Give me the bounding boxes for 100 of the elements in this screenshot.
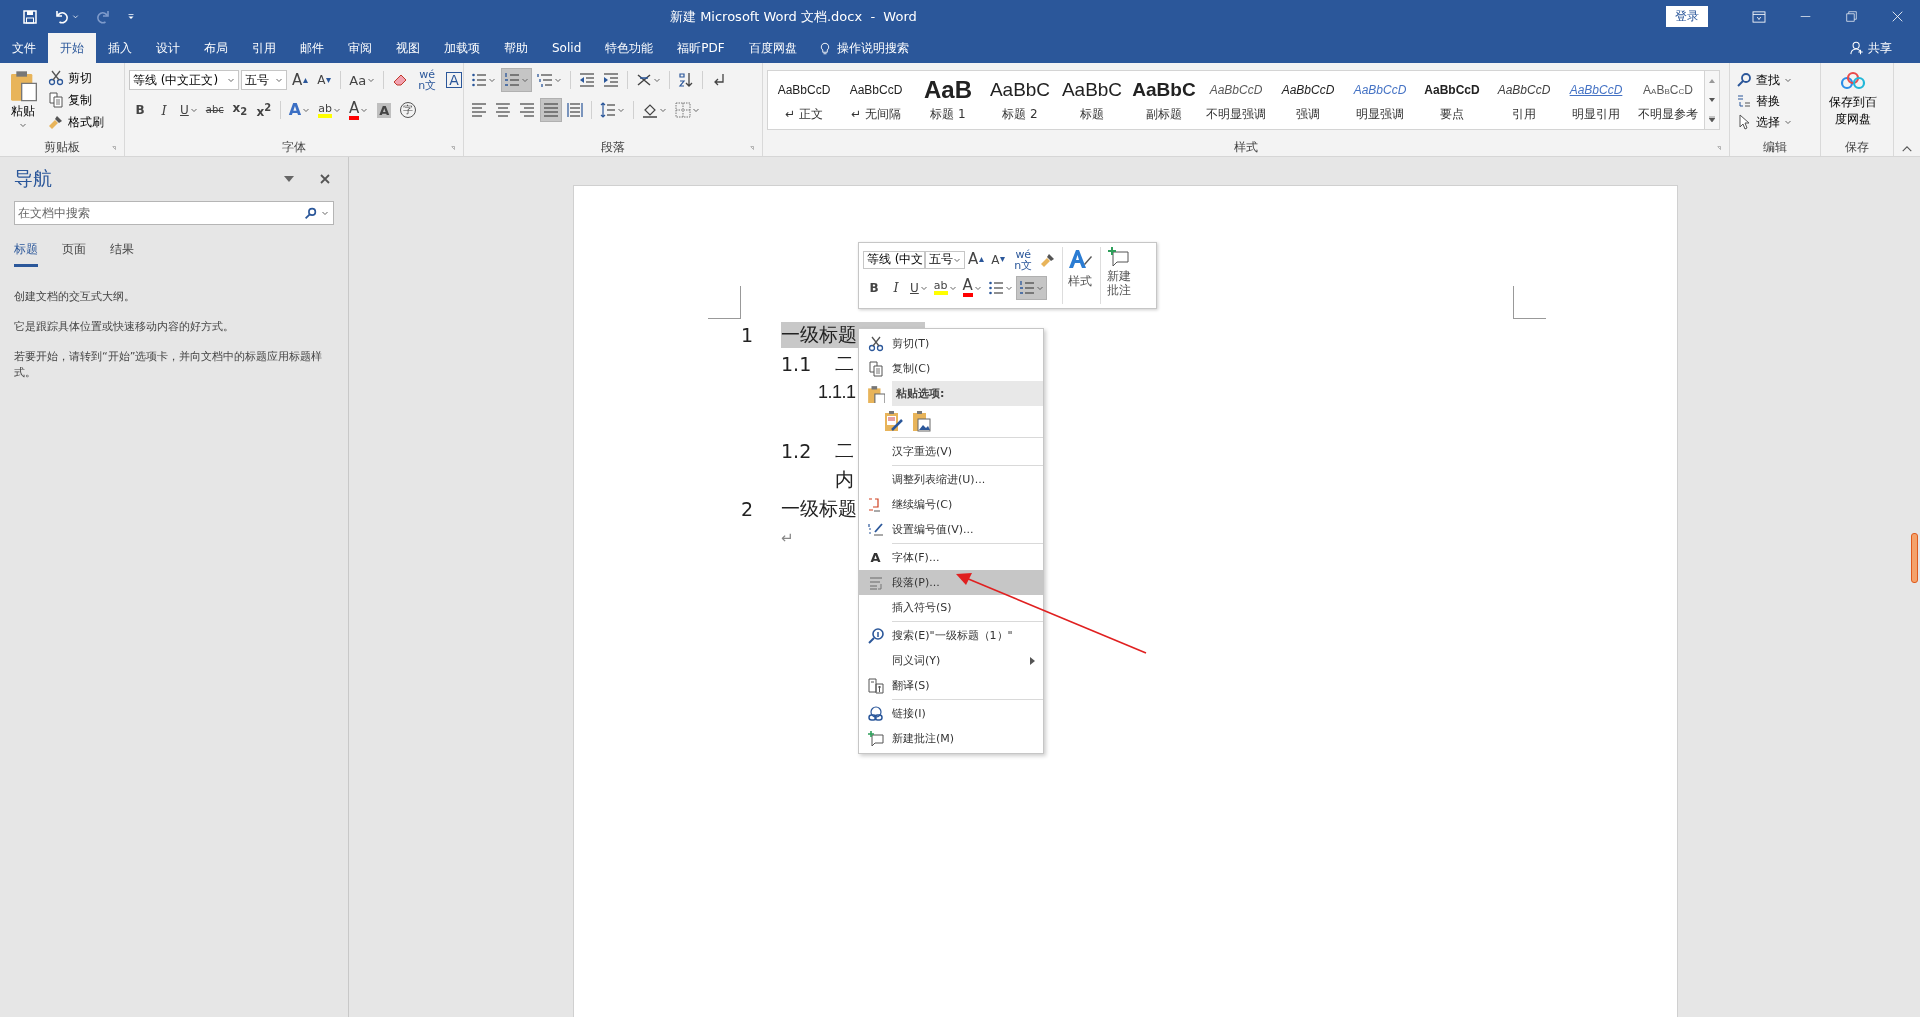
menu-item[interactable]: 段落(P)...: [859, 570, 1043, 595]
style-option[interactable]: AaBbCcD 不明显强调: [1200, 71, 1272, 129]
ribbon-tab[interactable]: 加载项: [432, 33, 492, 63]
styles-button[interactable]: 样式: [1062, 247, 1098, 304]
login-button[interactable]: 登录: [1666, 6, 1708, 27]
strikethrough-button[interactable]: abc: [202, 98, 227, 122]
new-comment-button[interactable]: 新建批注: [1100, 247, 1138, 304]
char-border-button[interactable]: A: [443, 68, 466, 92]
enclose-button[interactable]: 字: [397, 98, 420, 122]
subscript-button[interactable]: x$_{2}$: [228, 98, 251, 122]
caret-icon: [19, 121, 27, 129]
pane-tab[interactable]: 结果: [110, 237, 134, 267]
gallery-more-button[interactable]: [1705, 109, 1719, 129]
cut-button[interactable]: 剪切: [46, 68, 106, 88]
italic-button[interactable]: I: [153, 98, 175, 122]
paste-keep-format-button[interactable]: [884, 410, 904, 432]
scroll-thumb[interactable]: [1911, 533, 1918, 583]
justify-button[interactable]: [540, 98, 562, 122]
style-option[interactable]: AaBbCcD 引用: [1488, 71, 1560, 129]
menu-item[interactable]: 翻译(S): [859, 673, 1043, 698]
pane-tab[interactable]: 页面: [62, 237, 86, 267]
style-option[interactable]: AaBbCcD 明显引用: [1560, 71, 1632, 129]
font-color-button[interactable]: A: [345, 98, 372, 122]
shrink-font-button[interactable]: A: [313, 68, 336, 92]
replace-button[interactable]: 替换: [1734, 91, 1794, 111]
shrink-font-button[interactable]: A: [987, 247, 1010, 272]
menu-item[interactable]: 同义词(Y): [859, 648, 1043, 673]
ribbon-tab[interactable]: 邮件: [288, 33, 336, 63]
up-triangle-icon: [979, 257, 985, 262]
ribbon-tab[interactable]: 文件: [0, 33, 48, 63]
menu-item[interactable]: A 字体(F)...: [859, 545, 1043, 570]
shading-button[interactable]: A: [373, 98, 396, 122]
phonetic-guide-button[interactable]: wén文: [1009, 247, 1038, 272]
menu-item[interactable]: 调整列表缩进(U)...: [859, 467, 1043, 492]
share-button[interactable]: 共享: [1844, 33, 1898, 63]
style-option[interactable]: AaBbCcD 明显强调: [1344, 71, 1416, 129]
group-label: 样式: [1234, 139, 1258, 156]
ribbon-tab[interactable]: 福昕PDF: [665, 33, 737, 63]
ribbon-tab[interactable]: Solid: [540, 33, 594, 63]
italic-button[interactable]: I: [885, 275, 907, 300]
style-option[interactable]: AaBbC 标题 2: [984, 71, 1056, 129]
style-option[interactable]: AaBbCcD 强调: [1272, 71, 1344, 129]
font-size-dropdown[interactable]: 五号: [925, 250, 965, 269]
pane-tab[interactable]: 标题: [14, 237, 38, 267]
grow-font-button[interactable]: A: [965, 247, 988, 272]
numbering-button[interactable]: [501, 68, 532, 92]
bold-button[interactable]: B: [129, 98, 151, 122]
bold-button[interactable]: B: [863, 275, 885, 300]
ribbon-tab[interactable]: 视图: [384, 33, 432, 63]
highlight-button[interactable]: ab: [930, 275, 960, 300]
search-input[interactable]: 在文档中搜索: [15, 206, 300, 220]
body-text: 内: [835, 466, 854, 492]
menu-item[interactable]: 复制(C): [859, 356, 1043, 381]
style-option[interactable]: AaBbC 标题: [1056, 71, 1128, 129]
style-option[interactable]: AaBbCcD 要点: [1416, 71, 1488, 129]
font-glyph-icon: A: [870, 550, 881, 565]
ribbon-tab[interactable]: 审阅: [336, 33, 384, 63]
menu-item[interactable]: 链接(I): [859, 701, 1043, 726]
style-option[interactable]: AaB 标题 1: [912, 71, 984, 129]
ribbon-tab[interactable]: 布局: [192, 33, 240, 63]
ribbon-tab[interactable]: 帮助: [492, 33, 540, 63]
highlight-button[interactable]: ab: [315, 98, 344, 122]
font-color-button[interactable]: A: [959, 275, 985, 300]
text-effects-button[interactable]: A: [285, 98, 314, 122]
ribbon-tab[interactable]: 插入: [96, 33, 144, 63]
phonetic-guide-button[interactable]: wén文: [413, 68, 442, 92]
ribbon-tab[interactable]: 引用: [240, 33, 288, 63]
ribbon-tab[interactable]: 开始: [48, 33, 96, 63]
ribbon-tab[interactable]: 设计: [144, 33, 192, 63]
grow-font-button[interactable]: A: [289, 68, 312, 92]
ribbon-tab[interactable]: 百度网盘: [736, 33, 809, 63]
font-name-dropdown[interactable]: 等线 (中文: [863, 250, 925, 269]
numbering-button[interactable]: [1015, 275, 1047, 300]
ribbon-tab[interactable]: 特色功能: [593, 33, 666, 63]
format-painter-button[interactable]: 格式刷: [46, 112, 106, 132]
style-option[interactable]: AaBbC 副标题: [1128, 71, 1200, 129]
menu-item[interactable]: 搜索(E)"一级标题（1）": [859, 623, 1043, 648]
paste-button[interactable]: 粘贴: [4, 68, 42, 139]
find-button[interactable]: 查找: [1734, 70, 1794, 90]
style-option[interactable]: AaBbCcD ↵ 正文: [768, 71, 840, 129]
superscript-button[interactable]: x$^{2}$: [252, 98, 275, 122]
sort-icon: [678, 72, 694, 88]
underline-button[interactable]: U: [907, 275, 931, 300]
menu-item[interactable]: 继续编号(C): [859, 492, 1043, 517]
menu-item[interactable]: 新建批注(M): [859, 726, 1043, 751]
font-size-dropdown[interactable]: 五号: [241, 70, 287, 90]
save-to-cloud-button[interactable]: 保存到百度网盘: [1825, 68, 1881, 139]
tell-me-search[interactable]: 操作说明搜索: [836, 39, 909, 57]
style-option[interactable]: AaBbCcD ↵ 无间隔: [840, 71, 912, 129]
paste-picture-button[interactable]: [912, 410, 932, 432]
underline-button[interactable]: U: [177, 98, 201, 122]
copy-button[interactable]: 复制: [46, 90, 106, 110]
select-button[interactable]: 选择: [1734, 112, 1794, 132]
change-case-button[interactable]: Aa: [346, 68, 379, 92]
menu-item[interactable]: 插入符号(S): [859, 595, 1043, 620]
menu-item[interactable]: 设置编号值(V)...: [859, 517, 1043, 542]
font-name-dropdown[interactable]: 等线 (中文正文): [129, 70, 239, 90]
search-field[interactable]: 在文档中搜索: [14, 201, 334, 225]
style-option[interactable]: AaBbCcD 不明显参考: [1632, 71, 1704, 129]
menu-item[interactable]: 汉字重选(V): [859, 439, 1043, 464]
